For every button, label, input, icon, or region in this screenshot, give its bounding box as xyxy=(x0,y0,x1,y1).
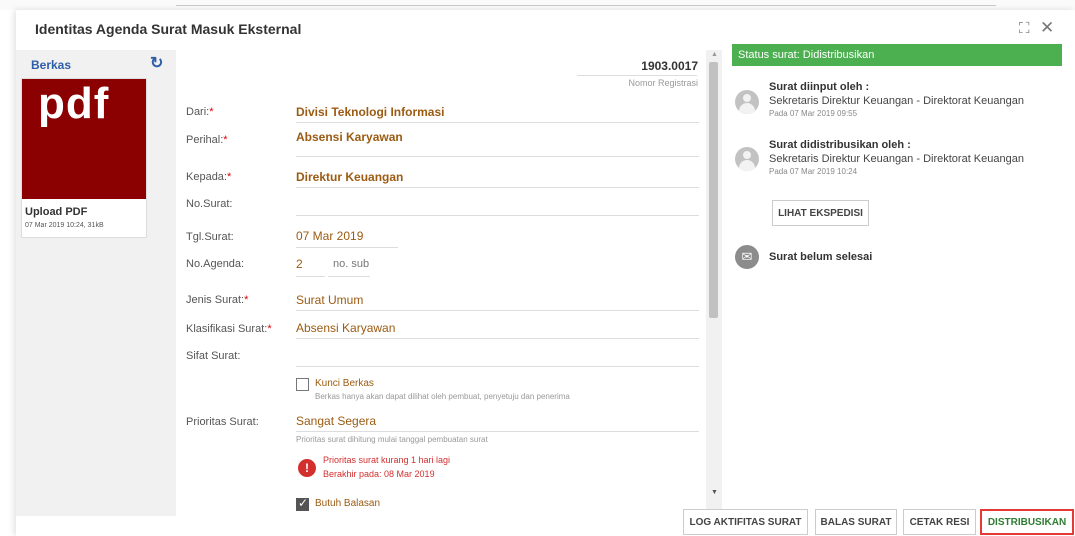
kepada-underline xyxy=(296,187,699,188)
pdf-thumbnail[interactable]: pdf xyxy=(22,79,146,199)
jenis-underline xyxy=(296,310,699,311)
kepada-label-text: Kepada: xyxy=(186,171,227,183)
scroll-thumb[interactable] xyxy=(709,62,718,318)
perihal-label: Perihal:* xyxy=(186,134,228,146)
noagenda-field[interactable]: 2 xyxy=(296,257,303,271)
nosurat-label: No.Surat: xyxy=(186,198,233,210)
status-entry-text: Sekretaris Direktur Keuangan - Direktora… xyxy=(769,153,1024,165)
status-entry-date: Pada 07 Mar 2019 10:24 xyxy=(769,167,858,176)
warning-icon: ! xyxy=(298,459,316,477)
close-icon[interactable]: ✕ xyxy=(1040,18,1054,38)
required-mark: * xyxy=(244,294,249,306)
scroll-down-arrow-icon[interactable]: ▼ xyxy=(711,489,718,496)
sifat-label: Sifat Surat: xyxy=(186,350,241,362)
required-mark: * xyxy=(223,134,228,146)
klasifikasi-label-text: Klasifikasi Surat: xyxy=(186,323,268,335)
warning-line-2: Berakhir pada: 08 Mar 2019 xyxy=(323,469,435,479)
perihal-underline xyxy=(296,156,699,157)
klasifikasi-field[interactable]: Absensi Karyawan xyxy=(296,321,395,335)
files-panel: Berkas ↻ pdf Upload PDF 07 Mar 2019 10:2… xyxy=(16,50,176,516)
agenda-dialog: Identitas Agenda Surat Masuk Eksternal ⛶… xyxy=(16,10,1075,536)
status-header: Status surat: Didistribusikan xyxy=(732,44,1062,66)
dari-underline xyxy=(296,122,699,123)
perihal-label-text: Perihal: xyxy=(186,134,224,146)
user-avatar-icon xyxy=(735,147,759,171)
required-mark: * xyxy=(226,171,232,183)
background-divider xyxy=(176,5,996,6)
status-entry-date: Pada 07 Mar 2019 09:55 xyxy=(769,109,858,118)
background-page-strip xyxy=(0,0,1075,10)
kepada-label: Kepada:* xyxy=(186,171,231,183)
user-avatar-icon xyxy=(735,90,759,114)
dari-field[interactable]: Divisi Teknologi Informasi xyxy=(296,105,444,119)
tgl-field[interactable]: 07 Mar 2019 xyxy=(296,229,363,243)
files-title: Berkas xyxy=(31,58,72,72)
sifat-field[interactable] xyxy=(296,366,699,367)
avatar-body xyxy=(739,103,755,114)
tgl-underline xyxy=(296,247,398,248)
lihat-ekspedisi-button[interactable]: LIHAT EKSPEDISI xyxy=(772,200,869,226)
cetak-resi-button[interactable]: CETAK RESI xyxy=(903,509,976,535)
final-status-text: Surat belum selesai xyxy=(769,251,873,263)
mail-icon: ✉ xyxy=(735,245,759,269)
avatar-head xyxy=(743,151,751,159)
registration-divider xyxy=(577,75,697,76)
file-meta: 07 Mar 2019 10:24, 31kB xyxy=(25,222,104,229)
jenis-field[interactable]: Surat Umum xyxy=(296,293,363,307)
log-aktifitas-button[interactable]: LOG AKTIFITAS SURAT xyxy=(683,509,808,535)
noagenda-label: No.Agenda: xyxy=(186,258,245,270)
nosurat-field[interactable] xyxy=(296,215,699,216)
status-entry-title: Surat diinput oleh : xyxy=(769,81,870,93)
kunci-berkas-label: Kunci Berkas xyxy=(315,378,374,389)
prioritas-underline xyxy=(296,431,699,432)
nosub-field[interactable]: no. sub xyxy=(333,258,369,270)
refresh-icon[interactable]: ↻ xyxy=(150,53,163,73)
status-entry-text: Sekretaris Direktur Keuangan - Direktora… xyxy=(769,95,1024,107)
nosub-underline xyxy=(328,276,370,277)
avatar-body xyxy=(739,160,755,171)
distribusikan-button[interactable]: DISTRIBUSIKAN xyxy=(980,509,1074,535)
warning-line-1: Prioritas surat kurang 1 hari lagi xyxy=(323,455,451,465)
jenis-label-text: Jenis Surat: xyxy=(186,294,245,306)
kunci-berkas-hint: Berkas hanya akan dapat dilihat oleh pem… xyxy=(315,392,570,401)
kunci-berkas-checkbox[interactable] xyxy=(296,378,309,391)
expand-icon[interactable]: ⛶ xyxy=(1019,20,1030,37)
prioritas-field[interactable]: Sangat Segera xyxy=(296,414,376,428)
dialog-title: Identitas Agenda Surat Masuk Eksternal xyxy=(35,21,302,37)
required-mark: * xyxy=(267,323,272,335)
scroll-up-arrow-icon[interactable]: ▲ xyxy=(711,51,718,58)
noagenda-underline xyxy=(296,276,325,277)
dari-label-text: Dari: xyxy=(186,106,210,118)
letter-form: 1903.0017 Nomor Registrasi Dari:* Divisi… xyxy=(176,50,706,516)
avatar-head xyxy=(743,94,751,102)
prioritas-hint: Prioritas surat dihitung mulai tanggal p… xyxy=(296,435,488,444)
status-panel: Status surat: Didistribusikan Surat diin… xyxy=(732,44,1062,516)
registration-number: 1903.0017 xyxy=(641,59,698,73)
prioritas-label: Prioritas Surat: xyxy=(186,416,259,428)
pdf-label: pdf xyxy=(38,79,110,128)
butuh-balasan-label: Butuh Balasan xyxy=(315,498,381,509)
form-scrollbar[interactable]: ▲ ▼ xyxy=(706,50,722,516)
dari-label: Dari:* xyxy=(186,106,214,118)
status-entry-title: Surat didistribusikan oleh : xyxy=(769,139,911,151)
required-mark: * xyxy=(209,106,214,118)
klasifikasi-label: Klasifikasi Surat:* xyxy=(186,323,272,335)
butuh-balasan-checkbox[interactable] xyxy=(296,496,309,511)
kepada-field[interactable]: Direktur Keuangan xyxy=(296,170,403,184)
jenis-label: Jenis Surat:* xyxy=(186,294,248,306)
file-card[interactable]: pdf Upload PDF 07 Mar 2019 10:24, 31kB xyxy=(21,78,147,238)
tgl-label: Tgl.Surat: xyxy=(186,231,234,243)
registration-label: Nomor Registrasi xyxy=(628,78,698,88)
perihal-field[interactable]: Absensi Karyawan xyxy=(296,130,403,144)
file-title: Upload PDF xyxy=(25,206,88,218)
balas-surat-button[interactable]: BALAS SURAT xyxy=(815,509,897,535)
klasifikasi-underline xyxy=(296,338,699,339)
